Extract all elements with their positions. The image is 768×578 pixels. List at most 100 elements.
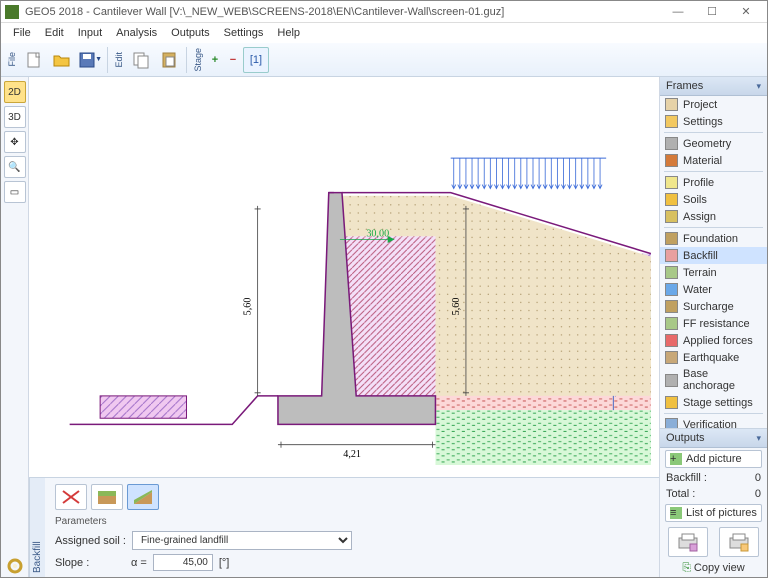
save-file-button[interactable]: ▼	[77, 47, 103, 73]
backfill-mode-none[interactable]	[55, 484, 87, 510]
close-button[interactable]: ✕	[729, 2, 763, 22]
stage-remove-button[interactable]: −	[225, 47, 241, 73]
menu-outputs[interactable]: Outputs	[165, 25, 216, 41]
title-bar: GEO5 2018 - Cantilever Wall [V:\_NEW_WEB…	[1, 1, 767, 23]
view-zoom-button[interactable]: 🔍	[4, 156, 26, 178]
backfill-tab[interactable]: Backfill	[29, 478, 45, 577]
svg-text:5,60: 5,60	[243, 298, 254, 316]
frame-item-label: Water	[683, 284, 712, 296]
add-picture-button[interactable]: +Add picture	[665, 450, 762, 468]
frame-item-label: Backfill	[683, 250, 718, 262]
frame-foundation[interactable]: Foundation	[660, 230, 767, 247]
settings-gear-button[interactable]	[4, 555, 26, 577]
app-icon	[5, 5, 19, 19]
minimize-button[interactable]: —	[661, 2, 695, 22]
paste-button[interactable]	[156, 47, 182, 73]
frame-item-icon	[665, 283, 678, 296]
view-move-button[interactable]: ✥	[4, 131, 26, 153]
open-file-button[interactable]	[49, 47, 75, 73]
frame-item-icon	[665, 266, 678, 279]
frame-item-label: Soils	[683, 194, 707, 206]
outputs-header[interactable]: Outputs▾	[660, 429, 767, 448]
frame-item-label: FF resistance	[683, 318, 750, 330]
menu-input[interactable]: Input	[72, 25, 108, 41]
frame-profile[interactable]: Profile	[660, 174, 767, 191]
frame-stage-settings[interactable]: Stage settings	[660, 394, 767, 411]
print-results-button[interactable]	[719, 527, 759, 557]
frame-item-label: Material	[683, 155, 722, 167]
slope-symbol: α =	[131, 557, 147, 569]
print-geometry-button[interactable]	[668, 527, 708, 557]
stage-add-button[interactable]: +	[207, 47, 223, 73]
frame-settings[interactable]: Settings	[660, 113, 767, 130]
frame-item-label: Verification	[683, 419, 737, 429]
view-sel-button[interactable]: ▭	[4, 181, 26, 203]
copy-view-link[interactable]: ⎘ Copy view	[660, 560, 767, 577]
frame-item-icon	[665, 193, 678, 206]
frame-soils[interactable]: Soils	[660, 191, 767, 208]
list-of-pictures-button[interactable]: ≡List of pictures	[665, 504, 762, 522]
copy-button[interactable]	[128, 47, 154, 73]
frame-surcharge[interactable]: Surcharge	[660, 298, 767, 315]
assigned-soil-select[interactable]: Fine-grained landfill	[132, 531, 352, 550]
frame-item-icon	[665, 210, 678, 223]
parameters-label: Parameters	[55, 516, 649, 527]
menu-settings[interactable]: Settings	[218, 25, 270, 41]
frame-item-label: Profile	[683, 177, 714, 189]
toolbar-group-stage: Stage	[191, 48, 205, 72]
bottom-panel: Backfill Parameters Assigned soil : Fine…	[29, 477, 659, 577]
frame-item-icon	[665, 176, 678, 189]
menu-edit[interactable]: Edit	[39, 25, 70, 41]
frame-item-icon	[665, 351, 678, 364]
view-2d-button[interactable]: 2D	[4, 81, 26, 103]
frame-terrain[interactable]: Terrain	[660, 264, 767, 281]
right-panel: Frames▾ ProjectSettingsGeometryMaterialP…	[659, 77, 767, 577]
frame-item-icon	[665, 334, 678, 347]
frame-item-icon	[665, 249, 678, 262]
frame-base-anchorage[interactable]: Base anchorage	[660, 366, 767, 394]
view-3d-button[interactable]: 3D	[4, 106, 26, 128]
frame-earthquake[interactable]: Earthquake	[660, 349, 767, 366]
frame-item-icon	[665, 418, 678, 428]
menu-analysis[interactable]: Analysis	[110, 25, 163, 41]
frame-item-icon	[665, 300, 678, 313]
frame-item-label: Assign	[683, 211, 716, 223]
frame-item-label: Surcharge	[683, 301, 734, 313]
maximize-button[interactable]: ☐	[695, 2, 729, 22]
drawing-canvas[interactable]: 1,000,801,501,00	[29, 77, 659, 477]
backfill-mode-slope[interactable]	[127, 484, 159, 510]
frame-geometry[interactable]: Geometry	[660, 135, 767, 152]
menu-file[interactable]: File	[7, 25, 37, 41]
menu-help[interactable]: Help	[271, 25, 306, 41]
frame-item-icon	[665, 232, 678, 245]
frame-verification[interactable]: Verification	[660, 416, 767, 428]
frame-water[interactable]: Water	[660, 281, 767, 298]
frame-ff-resistance[interactable]: FF resistance	[660, 315, 767, 332]
slope-unit: [°]	[219, 557, 230, 569]
view-tools: 2D 3D ✥ 🔍 ▭	[1, 77, 29, 577]
slope-label: Slope :	[55, 557, 125, 569]
frame-assign[interactable]: Assign	[660, 208, 767, 225]
slope-input[interactable]	[153, 554, 213, 571]
new-file-button[interactable]	[21, 47, 47, 73]
frame-item-label: Foundation	[683, 233, 738, 245]
frames-list: ProjectSettings Geometry Material Profile So…	[660, 96, 767, 428]
frame-material[interactable]: Material	[660, 152, 767, 169]
frame-item-label: Stage settings	[683, 397, 753, 409]
frame-item-label: Earthquake	[683, 352, 739, 364]
toolbar-group-file: File	[5, 52, 19, 67]
frame-item-label: Base anchorage	[683, 368, 762, 392]
assigned-soil-label: Assigned soil :	[55, 535, 126, 547]
frame-applied-forces[interactable]: Applied forces	[660, 332, 767, 349]
frame-item-icon	[665, 374, 678, 387]
backfill-mode-flat[interactable]	[91, 484, 123, 510]
frames-header[interactable]: Frames▾	[660, 77, 767, 96]
toolbar-group-edit: Edit	[112, 52, 126, 68]
outputs-backfill-count: Backfill :0	[660, 470, 767, 486]
frame-project[interactable]: Project	[660, 96, 767, 113]
main-toolbar: File ▼ Edit Stage + − [1]	[1, 43, 767, 77]
frame-item-icon	[665, 154, 678, 167]
frame-backfill[interactable]: Backfill	[660, 247, 767, 264]
stage-1-tab[interactable]: [1]	[243, 47, 269, 73]
svg-text:30,00: 30,00	[366, 228, 389, 239]
